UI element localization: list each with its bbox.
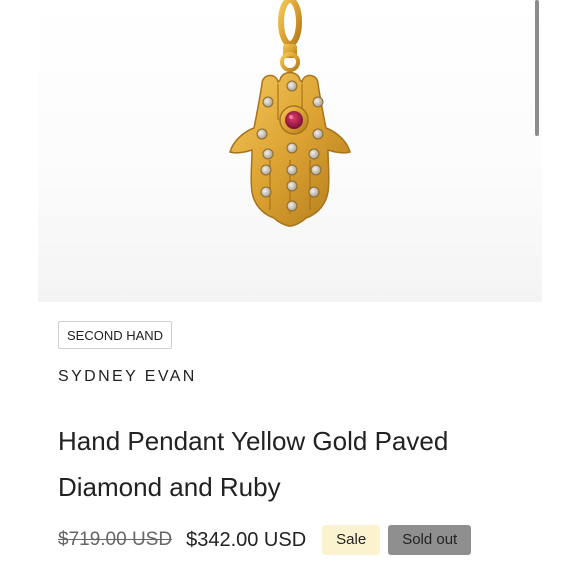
image-scrollbar-thumb[interactable]	[535, 0, 539, 136]
sale-badge: Sale	[322, 525, 381, 555]
product-title: Hand Pendant Yellow Gold Paved Diamond a…	[58, 426, 449, 502]
sold-out-badge: Sold out	[388, 525, 472, 555]
product-vendor: SYDNEY EVAN	[58, 368, 197, 385]
hamsa-pendant-image[interactable]	[0, 0, 580, 302]
product-page: SECOND HAND SYDNEY EVAN Hand Pendant Yel…	[0, 0, 580, 580]
pendant-bail	[278, 0, 302, 72]
ruby-stone	[279, 105, 309, 135]
sale-price: $342.00 USD	[186, 528, 307, 551]
price-row: $719.00 USD $342.00 USD Sale Sold out	[58, 524, 472, 556]
condition-badge: SECOND HAND	[58, 321, 173, 349]
compare-at-price: $719.00 USD	[58, 529, 173, 550]
